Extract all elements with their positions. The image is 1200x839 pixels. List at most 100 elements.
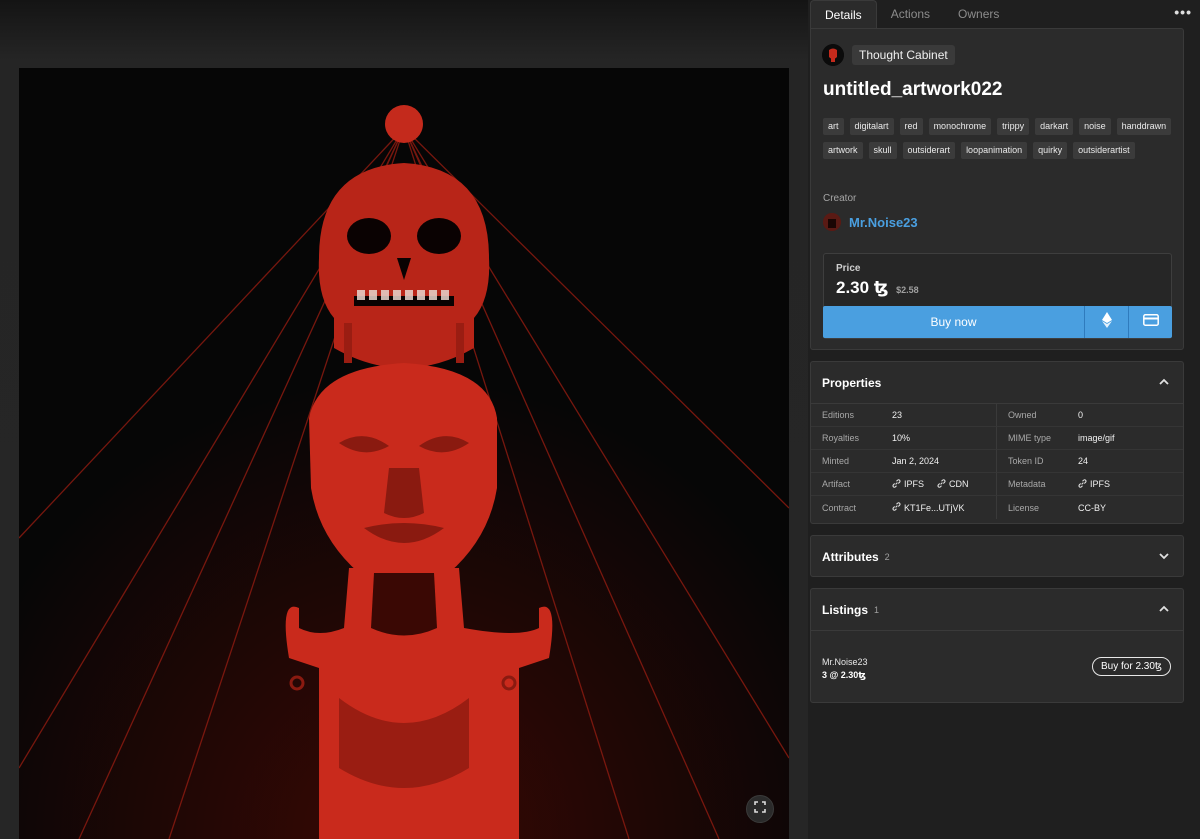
buy-actions: Buy now — [823, 306, 1172, 338]
tag[interactable]: noise — [1079, 118, 1111, 135]
buy-with-eth-button[interactable] — [1084, 306, 1128, 338]
artifact-ipfs-link[interactable]: IPFS — [892, 478, 925, 490]
tag[interactable]: handdrawn — [1116, 118, 1172, 135]
listing-buy-button[interactable]: Buy for 2.30ꜩ — [1091, 657, 1171, 676]
chevron-up-icon — [1159, 376, 1169, 390]
tag[interactable]: trippy — [997, 118, 1030, 135]
creator-row: Mr.Noise23 — [823, 213, 918, 231]
contract-link[interactable]: KT1Fe...UTjVK — [892, 502, 965, 513]
listing-item: Mr.Noise23 3 @ 2.30ꜩ Buy for 2.30ꜩ — [811, 630, 1183, 703]
property-value: CC-BY — [1078, 502, 1107, 513]
chevron-up-icon — [1159, 603, 1169, 617]
property-row: Editions 23 — [811, 404, 997, 427]
listings-title: Listings — [822, 602, 869, 617]
link-icon — [892, 478, 901, 490]
artifact-cdn-link[interactable]: CDN — [937, 478, 969, 490]
link-icon — [892, 502, 901, 513]
buy-now-button[interactable]: Buy now — [823, 306, 1084, 338]
price-box: Price 2.30 ꜩ $2.58 Buy now — [823, 253, 1172, 339]
tag[interactable]: outsiderart — [902, 142, 956, 159]
price-value: 2.30 ꜩ $2.58 — [836, 278, 919, 298]
tag[interactable]: quirky — [1033, 142, 1068, 159]
listings-card: Listings 1 Mr.Noise23 3 @ 2.30ꜩ Buy for … — [810, 588, 1184, 703]
tag[interactable]: red — [899, 118, 923, 135]
listing-seller[interactable]: Mr.Noise23 — [822, 657, 868, 667]
fullscreen-button[interactable] — [746, 795, 774, 823]
property-value: 0 — [1078, 410, 1084, 420]
creator-name-link[interactable]: Mr.Noise23 — [849, 215, 918, 230]
property-key: MIME type — [1008, 433, 1052, 443]
tab-bar: Details Actions Owners — [810, 0, 1196, 28]
link-label: KT1Fe...UTjVK — [904, 502, 965, 513]
creator-avatar[interactable] — [823, 213, 841, 231]
artwork-illustration — [19, 68, 789, 839]
tag[interactable]: digitalart — [849, 118, 894, 135]
property-row: Royalties 10% — [811, 427, 997, 450]
property-key: Royalties — [822, 433, 860, 443]
collection-avatar[interactable] — [822, 44, 844, 66]
buy-with-card-button[interactable] — [1128, 306, 1172, 338]
property-value: Jan 2, 2024 — [892, 456, 940, 466]
property-row: MIME type image/gif — [997, 427, 1183, 450]
property-value: 23 — [892, 410, 903, 420]
property-row: Owned 0 — [997, 404, 1183, 427]
artwork-image[interactable] — [19, 68, 789, 839]
tag[interactable]: loopanimation — [961, 142, 1028, 159]
tez-currency-icon: ꜩ — [873, 278, 889, 297]
properties-table: Editions 23 Owned 0 Royalties 10% MIME t… — [811, 403, 1183, 519]
credit-card-icon — [1142, 313, 1159, 331]
token-title: untitled_artwork022 — [823, 79, 1003, 100]
price-usd: $2.58 — [896, 285, 919, 295]
more-options-icon[interactable]: ••• — [1174, 4, 1192, 20]
property-value: IPFS — [1078, 478, 1118, 490]
tag[interactable]: darkart — [1035, 118, 1074, 135]
price-label: Price — [836, 263, 861, 274]
link-icon — [937, 478, 946, 490]
property-key: Token ID — [1008, 456, 1044, 466]
attributes-title: Attributes — [822, 549, 879, 564]
properties-title: Properties — [822, 375, 882, 390]
chevron-down-icon — [1159, 550, 1169, 564]
property-row: Token ID 24 — [997, 450, 1183, 473]
properties-header[interactable]: Properties — [811, 362, 1183, 403]
tag-list: art digitalart red monochrome trippy dar… — [823, 118, 1173, 159]
property-value: KT1Fe...UTjVK — [892, 502, 973, 513]
tab-owners[interactable]: Owners — [944, 0, 1013, 28]
link-label: IPFS — [1090, 479, 1111, 489]
tab-actions[interactable]: Actions — [877, 0, 944, 28]
property-key: License — [1008, 502, 1040, 513]
property-row: Contract KT1Fe...UTjVK — [811, 496, 997, 519]
tag[interactable]: artwork — [823, 142, 863, 159]
price-amount: 2.30 — [836, 278, 870, 297]
attributes-card: Attributes 2 — [810, 535, 1184, 577]
tag[interactable]: skull — [868, 142, 897, 159]
property-value: 24 — [1078, 456, 1089, 466]
property-value: IPFS CDN — [892, 478, 977, 490]
property-key: Owned — [1008, 410, 1037, 420]
listing-quantity: 3 @ 2.30ꜩ — [822, 670, 867, 680]
collection-row: Thought Cabinet — [822, 44, 955, 66]
expand-icon — [754, 800, 766, 818]
property-key: Contract — [822, 502, 857, 513]
collection-name[interactable]: Thought Cabinet — [852, 45, 955, 65]
listings-count: 1 — [874, 604, 880, 615]
link-label: CDN — [949, 479, 969, 489]
creator-label: Creator — [823, 193, 857, 204]
artwork-viewer — [0, 0, 808, 839]
property-row: Metadata IPFS — [997, 473, 1183, 496]
property-key: Artifact — [822, 479, 851, 489]
attributes-count: 2 — [884, 551, 890, 562]
property-row: Minted Jan 2, 2024 — [811, 450, 997, 473]
properties-card: Properties Editions 23 Owned 0 Royalties… — [810, 361, 1184, 524]
link-icon — [1078, 478, 1087, 490]
tag[interactable]: art — [823, 118, 844, 135]
metadata-ipfs-link[interactable]: IPFS — [1078, 478, 1111, 490]
property-key: Minted — [822, 456, 850, 466]
tag[interactable]: outsiderartist — [1073, 142, 1135, 159]
listings-header[interactable]: Listings 1 — [811, 589, 1183, 630]
tab-details[interactable]: Details — [810, 0, 877, 28]
tag[interactable]: monochrome — [928, 118, 992, 135]
property-key: Metadata — [1008, 479, 1046, 489]
link-label: IPFS — [904, 479, 925, 489]
attributes-header[interactable]: Attributes 2 — [811, 536, 1183, 577]
